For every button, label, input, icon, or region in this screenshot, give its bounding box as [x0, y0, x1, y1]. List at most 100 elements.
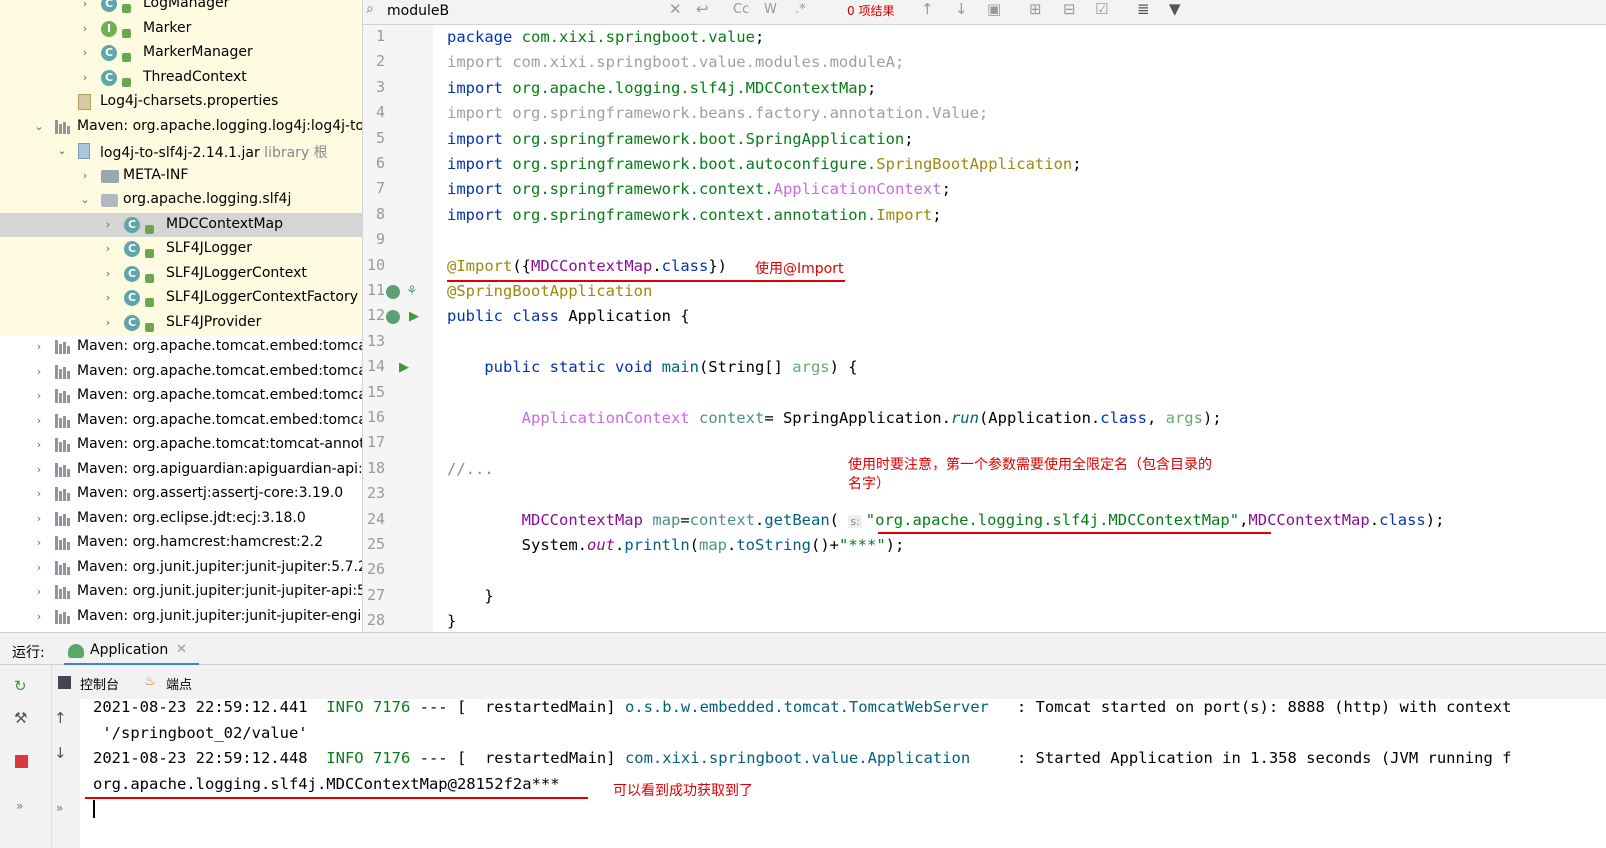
code-token: context [698, 409, 765, 427]
tree-item[interactable]: Log4j-charsets.properties [0, 90, 362, 115]
code-token: public class [447, 307, 569, 326]
chevron-right-icon[interactable]: › [103, 316, 113, 329]
code-token: (Application. [978, 409, 1101, 427]
tree-item[interactable]: › C SLF4JLoggerContextFactory [0, 286, 362, 311]
code-line: import org.springframework.context.Appli… [447, 177, 951, 202]
tree-item[interactable]: › Maven: org.apache.tomcat.embed:tomcat- [0, 360, 362, 385]
chevron-down-icon[interactable]: ⌄ [80, 194, 90, 206]
settings-wrench-icon[interactable]: ⚒ [14, 709, 27, 727]
tree-item[interactable]: ⌄ org.apache.logging.slf4j [0, 188, 362, 213]
code-token: context [689, 510, 755, 529]
chevron-right-icon[interactable]: › [34, 439, 44, 451]
chevron-right-icon[interactable]: › [34, 414, 44, 427]
stop-icon[interactable] [15, 755, 28, 768]
chevron-right-icon[interactable]: › [80, 22, 90, 35]
search-icon[interactable]: ⌕ [366, 1, 374, 17]
rerun-icon[interactable]: ↻ [14, 677, 27, 695]
spring-bean-icon[interactable] [386, 285, 400, 299]
line-number: 2 [375, 52, 385, 71]
run-class-icon[interactable]: ▶ [409, 309, 419, 324]
tree-item[interactable]: › Maven: org.junit.jupiter:junit-jupiter-… [0, 580, 362, 605]
chevron-down-icon[interactable]: ⌄ [57, 145, 67, 157]
chevron-right-icon[interactable]: › [34, 365, 44, 378]
tree-item[interactable]: ⌄ log4j-to-slf4j-2.14.1.jar library 根 [0, 139, 362, 164]
search-bar: ⌕ ✕ ↩ Cc W .* 0 项结果 ↑ ↓ ▣ ⊞ ⊟ ☑ ≣ ▼ [363, 0, 1606, 25]
tree-item[interactable]: › I Marker [0, 16, 362, 42]
tree-item[interactable]: › C MDCContextMap [0, 212, 362, 238]
library-icon [55, 438, 71, 452]
tree-item[interactable]: › C SLF4JLoggerContext [0, 261, 362, 287]
line-number: 27 [366, 585, 385, 604]
chevron-right-icon[interactable]: › [34, 488, 44, 500]
match-case-icon[interactable]: Cc [733, 2, 749, 17]
chevron-right-icon[interactable]: › [80, 71, 90, 84]
more-icon[interactable]: » [16, 799, 23, 813]
regex-icon[interactable]: .* [795, 2, 806, 17]
tree-item[interactable]: › Maven: org.assertj:assertj-core:3.19.0 [0, 482, 362, 507]
scroll-up-icon[interactable]: ↑ [54, 709, 67, 727]
chevron-right-icon[interactable]: › [80, 0, 90, 10]
tab-console[interactable]: 控制台 [80, 674, 119, 693]
library-icon [55, 609, 71, 624]
spring-app-icon[interactable] [386, 310, 400, 324]
chevron-right-icon[interactable]: › [34, 512, 44, 525]
code-editor[interactable]: package com.xixi.springboot.value; import… [447, 25, 1606, 632]
tree-item[interactable]: › Maven: org.hamcrest:hamcrest:2.2 [0, 531, 362, 556]
more-actions-icon[interactable]: » [56, 801, 63, 815]
chevron-down-icon[interactable]: ⌄ [34, 120, 44, 133]
select-all-occurrences-icon[interactable]: ☑ [1095, 0, 1108, 18]
tab-breakpoints[interactable]: 端点 [166, 674, 192, 693]
chevron-right-icon[interactable]: › [34, 610, 44, 623]
chevron-right-icon[interactable]: › [103, 292, 113, 304]
tree-item[interactable]: › C LogManager [0, 0, 362, 17]
tree-item[interactable]: › C SLF4JProvider [0, 310, 362, 336]
code-token: = [680, 510, 690, 529]
search-input[interactable] [387, 1, 697, 21]
chevron-right-icon[interactable]: › [34, 561, 44, 574]
run-main-icon[interactable]: ▶ [399, 360, 409, 375]
whole-word-icon[interactable]: W [764, 2, 777, 17]
tree-item[interactable]: › Maven: org.apiguardian:apiguardian-api:… [0, 458, 362, 483]
chevron-right-icon[interactable]: › [103, 243, 113, 255]
add-selection-icon[interactable]: ⊞ [1029, 0, 1042, 18]
select-all-icon[interactable]: ▣ [987, 0, 1001, 18]
chevron-right-icon[interactable]: › [34, 586, 44, 598]
library-icon [55, 364, 71, 379]
tree-item[interactable]: ⌄ Maven: org.apache.logging.log4j:log4j-t… [0, 114, 362, 140]
chevron-right-icon[interactable]: › [80, 169, 90, 182]
history-icon[interactable]: ↩ [696, 0, 709, 18]
funnel-icon[interactable]: ▼ [1169, 0, 1181, 18]
chevron-right-icon[interactable]: › [34, 341, 44, 353]
line-number: 3 [375, 77, 385, 96]
tree-item[interactable]: › C MarkerManager [0, 41, 362, 66]
tree-item[interactable]: › Maven: org.junit.jupiter:junit-jupiter-… [0, 605, 362, 630]
clear-search-icon[interactable]: ✕ [669, 0, 682, 18]
next-match-icon[interactable]: ↓ [955, 0, 968, 18]
chevron-right-icon[interactable]: › [34, 390, 44, 402]
chevron-right-icon[interactable]: › [103, 267, 113, 280]
scroll-down-icon[interactable]: ↓ [54, 744, 67, 762]
tree-item[interactable]: › C ThreadContext [0, 65, 362, 91]
tree-item[interactable]: › Maven: org.apache.tomcat.embed:tomcat- [0, 409, 362, 434]
chevron-right-icon[interactable]: › [103, 218, 113, 231]
console-token: 2021-08-23 22:59:12.448 [93, 749, 327, 767]
tree-item[interactable]: › Maven: org.apache.tomcat.embed:tomcat- [0, 384, 362, 409]
filter-lines-icon[interactable]: ≣ [1137, 0, 1150, 18]
tree-item[interactable]: › Maven: org.eclipse.jdt:ecj:3.18.0 [0, 507, 362, 532]
prev-match-icon[interactable]: ↑ [921, 0, 934, 18]
tree-item[interactable]: › Maven: org.apache.tomcat.embed:tomcat- [0, 335, 362, 360]
chevron-right-icon[interactable]: › [34, 463, 44, 476]
chevron-right-icon[interactable]: › [80, 47, 90, 59]
tree-item[interactable]: › C SLF4JLogger [0, 237, 362, 262]
console-output[interactable]: 2021-08-23 22:59:12.441 INFO 7176 --- [ … [80, 699, 1606, 848]
tree-item[interactable]: › Maven: org.junit.jupiter:junit-jupiter:… [0, 556, 362, 581]
close-icon[interactable]: ✕ [176, 642, 187, 657]
tree-item[interactable]: › META-INF [0, 163, 362, 189]
tree-item[interactable]: › Maven: org.apache.tomcat:tomcat-annota [0, 433, 362, 458]
chevron-right-icon[interactable]: › [34, 537, 44, 549]
console-line: '/springboot_02/value' [93, 721, 307, 746]
remove-selection-icon[interactable]: ⊟ [1063, 0, 1076, 18]
code-token: ( [829, 510, 849, 529]
tab-application[interactable]: Application ✕ [64, 637, 199, 666]
navigate-bean-icon[interactable]: ⚘ [406, 284, 418, 299]
